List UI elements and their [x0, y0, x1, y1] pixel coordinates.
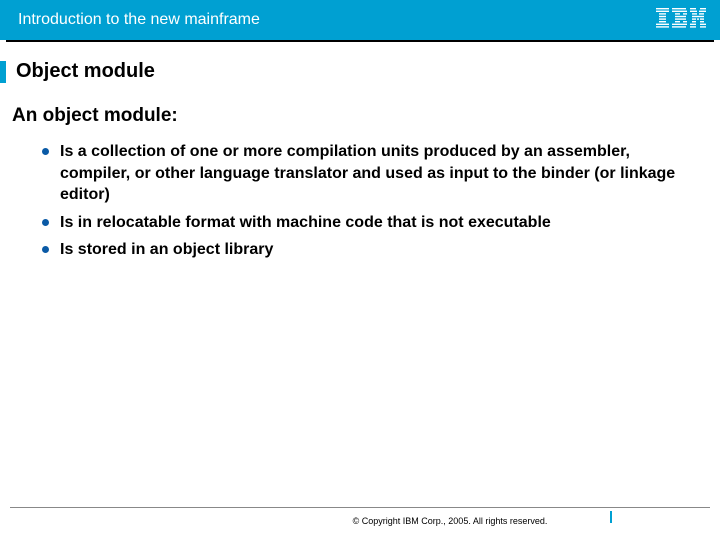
list-item: Is a collection of one or more compilati…	[42, 141, 702, 206]
list-item: Is stored in an object library	[42, 239, 702, 261]
ibm-logo-icon	[656, 8, 706, 33]
footer-tick-marker	[610, 511, 612, 523]
footer-divider	[10, 507, 710, 508]
list-item: Is in relocatable format with machine co…	[42, 212, 702, 234]
slide-title: Object module	[16, 60, 155, 83]
footer: © Copyright IBM Corp., 2005. All rights …	[10, 507, 710, 526]
slide-title-row: Object module	[0, 60, 702, 83]
slide-subtitle: An object module:	[12, 105, 702, 127]
copyright-text: © Copyright IBM Corp., 2005. All rights …	[10, 516, 710, 526]
bullet-list: Is a collection of one or more compilati…	[18, 141, 702, 261]
header-bar: Introduction to the new mainframe	[0, 0, 720, 40]
slide-content: Object module An object module: Is a col…	[0, 42, 720, 261]
course-title: Introduction to the new mainframe	[18, 11, 260, 29]
title-marker	[0, 61, 6, 83]
